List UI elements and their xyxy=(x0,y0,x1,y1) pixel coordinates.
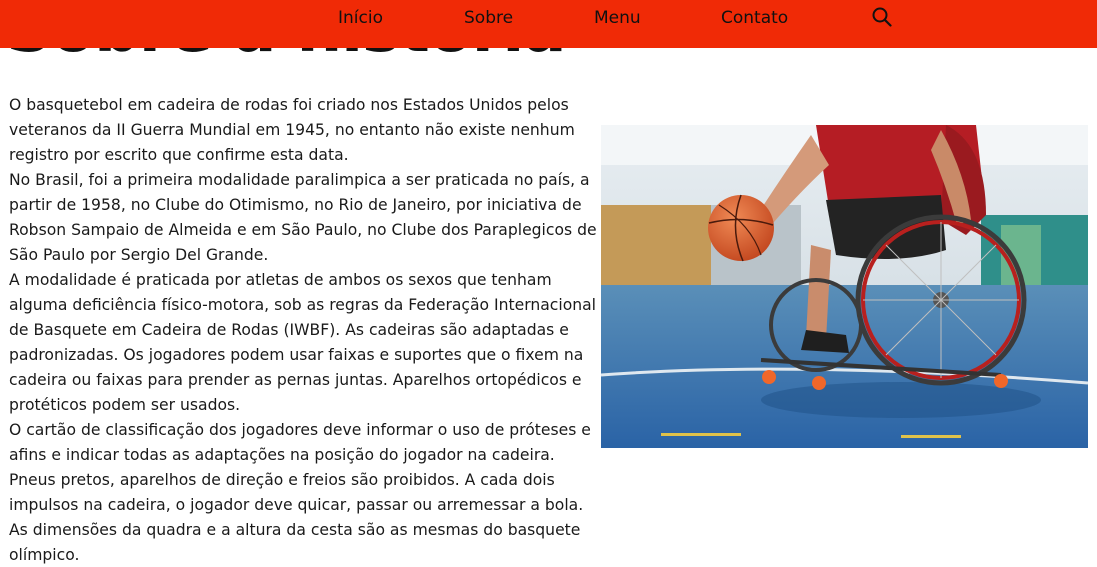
top-navbar: Início Sobre Menu Contato xyxy=(0,0,1097,48)
page: Sobre a história Início Sobre Menu Conta… xyxy=(0,0,1097,567)
nav-link-menu[interactable]: Menu xyxy=(594,0,641,36)
paragraph-origin: O basquetebol em cadeira de rodas foi cr… xyxy=(9,96,575,164)
nav-link-contato[interactable]: Contato xyxy=(721,0,788,36)
nav-link-inicio[interactable]: Início xyxy=(338,0,383,36)
paragraph-dimensoes: As dimensões da quadra e a altura da ces… xyxy=(9,521,581,564)
wheelchair-basketball-photo xyxy=(601,125,1088,448)
article-text: O basquetebol em cadeira de rodas foi cr… xyxy=(9,93,605,567)
nav-link-sobre[interactable]: Sobre xyxy=(464,0,513,36)
search-icon[interactable] xyxy=(871,6,893,28)
paragraph-brasil: No Brasil, foi a primeira modalidade par… xyxy=(9,171,597,264)
paragraph-modalidade: A modalidade é praticada por atletas de … xyxy=(9,271,597,414)
paragraph-classificacao: O cartão de classificação dos jogadores … xyxy=(9,421,591,514)
